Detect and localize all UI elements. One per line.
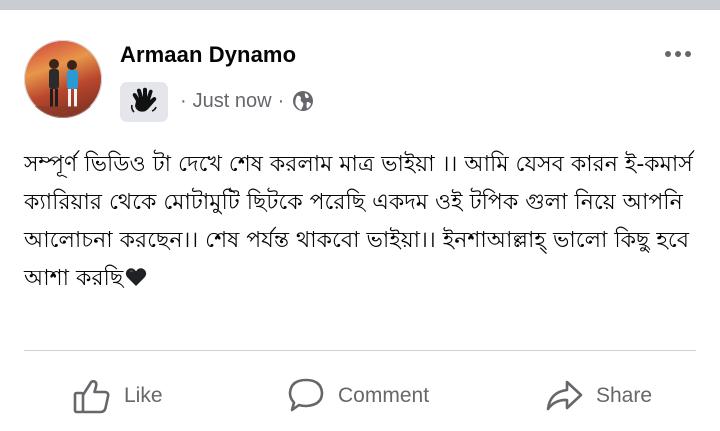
waving-hand-icon <box>130 87 157 113</box>
post-card: Armaan Dynamo · Just now · সম্পূর্ণ ভিডি… <box>0 10 720 431</box>
timestamp[interactable]: Just now <box>193 90 272 113</box>
meta-separator: · <box>180 89 187 112</box>
like-label: Like <box>124 384 163 407</box>
black-heart-icon <box>125 262 147 300</box>
like-button[interactable]: Like <box>72 366 163 426</box>
globe-icon[interactable] <box>292 90 314 112</box>
post-actions-bar: Like Comment Share <box>0 366 720 426</box>
share-label: Share <box>596 384 653 407</box>
more-dot-icon <box>665 51 671 57</box>
author-name[interactable]: Armaan Dynamo <box>120 42 296 68</box>
top-separator-bar <box>0 0 720 10</box>
comment-button[interactable]: Comment <box>286 366 429 426</box>
share-button[interactable]: Share <box>544 366 652 426</box>
more-options-button[interactable] <box>656 42 700 66</box>
comment-bubble-icon <box>288 378 324 412</box>
post-meta: · Just now · <box>174 88 314 114</box>
post-body: সম্পূর্ণ ভিডিও টা দেখে শেষ করলাম মাত্র ভ… <box>24 146 700 300</box>
more-dot-icon <box>675 51 681 57</box>
comment-label: Comment <box>338 384 430 407</box>
more-dot-icon <box>685 51 691 57</box>
avatar-photo <box>24 59 102 118</box>
actions-divider <box>24 350 696 351</box>
avatar[interactable] <box>24 40 102 118</box>
share-arrow-icon <box>546 380 583 411</box>
meta-separator: · <box>277 89 285 112</box>
thumbs-up-icon <box>73 379 110 414</box>
waving-hand-badge[interactable] <box>120 82 168 122</box>
